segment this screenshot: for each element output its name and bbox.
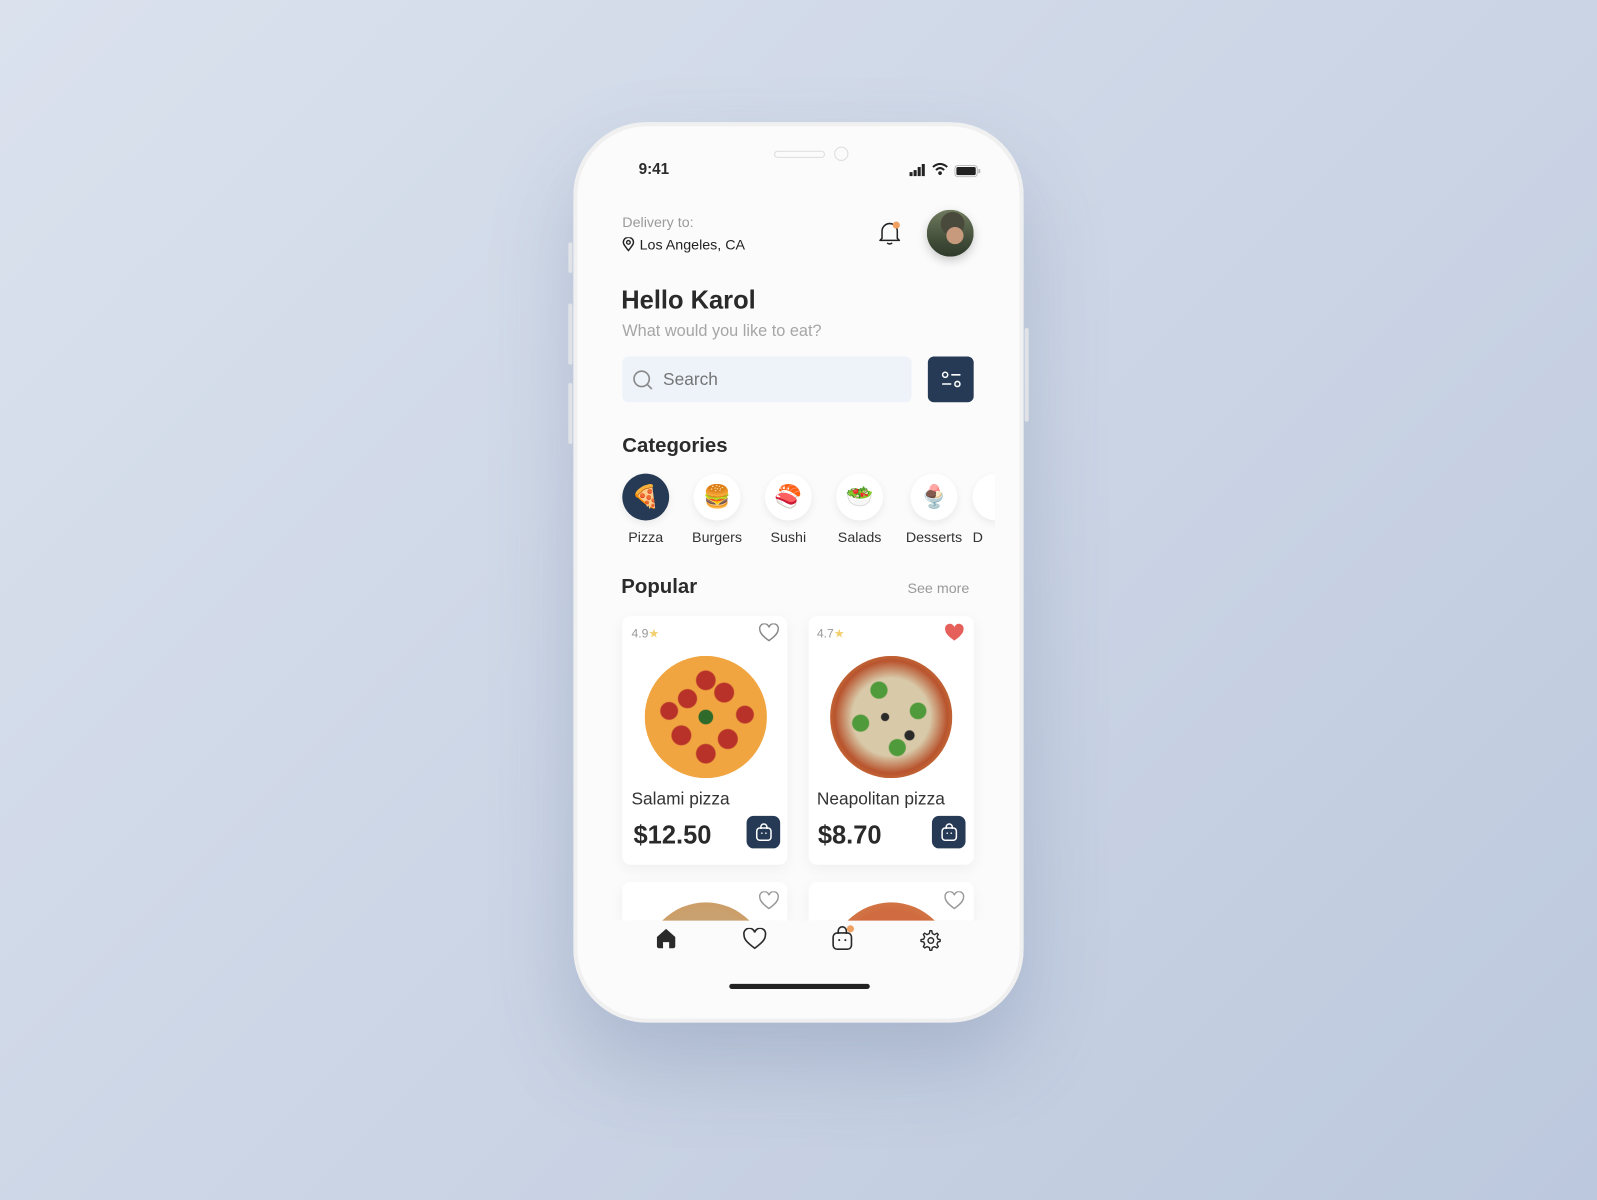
- rating: 4.7★: [817, 626, 845, 640]
- product-image: [644, 655, 767, 779]
- category-desserts[interactable]: 🍨 Desserts: [898, 473, 969, 545]
- product-price: $12.50: [633, 820, 712, 850]
- battery-icon: [954, 164, 981, 182]
- categories-title: Categories: [622, 434, 728, 458]
- delivery-label: Delivery to:: [622, 213, 694, 231]
- search-bar[interactable]: [622, 356, 912, 403]
- drink-icon: [972, 473, 996, 521]
- location-selector[interactable]: Los Angeles, CA: [622, 236, 746, 253]
- popular-title: Popular: [621, 575, 698, 598]
- filter-icon: [941, 370, 961, 387]
- bag-icon: [755, 823, 772, 842]
- heart-filled-icon: [945, 623, 964, 641]
- product-price: $8.70: [817, 820, 882, 850]
- nav-settings[interactable]: [919, 929, 941, 956]
- category-label: Sushi: [770, 528, 807, 545]
- category-pizza[interactable]: 🍕 Pizza: [610, 473, 681, 545]
- wifi-icon: [932, 162, 948, 180]
- avatar[interactable]: [926, 209, 974, 257]
- sushi-icon: 🍣: [764, 473, 812, 521]
- bell-icon: [879, 221, 901, 245]
- filter-button[interactable]: [927, 356, 974, 403]
- volume-down-button: [568, 382, 573, 445]
- category-label: D: [972, 528, 983, 545]
- greeting-subtitle: What would you like to eat?: [622, 322, 822, 341]
- favorite-button[interactable]: [944, 890, 965, 915]
- home-indicator: [729, 983, 870, 989]
- location-text: Los Angeles, CA: [639, 236, 746, 253]
- category-salads[interactable]: 🥗 Salads: [824, 473, 895, 545]
- nav-home[interactable]: [655, 927, 677, 954]
- camera: [834, 146, 849, 161]
- rating: 4.9★: [631, 626, 659, 640]
- search-icon: [633, 369, 653, 390]
- salad-icon: 🥗: [836, 473, 884, 521]
- pizza-icon: 🍕: [622, 473, 670, 521]
- mute-switch: [568, 242, 573, 273]
- favorite-button[interactable]: [944, 623, 964, 647]
- greeting-title: Hello Karol: [621, 286, 756, 315]
- category-label: Burgers: [692, 528, 742, 545]
- category-drinks[interactable]: D: [972, 473, 996, 545]
- status-time: 9:41: [638, 160, 670, 179]
- speaker: [774, 150, 825, 158]
- product-image: [830, 655, 953, 779]
- rating-value: 4.9: [631, 626, 649, 641]
- category-sushi[interactable]: 🍣 Sushi: [753, 473, 824, 545]
- heart-outline-icon: [759, 623, 779, 642]
- power-button: [1024, 327, 1029, 422]
- bag-icon: [832, 925, 855, 951]
- search-input[interactable]: [661, 368, 890, 391]
- category-burgers[interactable]: 🍔 Burgers: [681, 473, 752, 545]
- favorite-button[interactable]: [759, 623, 779, 647]
- gear-icon: [920, 930, 941, 952]
- notification-button[interactable]: [878, 220, 902, 252]
- signal-icon: [909, 163, 929, 181]
- star-icon: ★: [648, 626, 660, 641]
- volume-up-button: [568, 303, 573, 365]
- heart-outline-icon: [759, 890, 779, 910]
- product-name: Salami pizza: [631, 789, 730, 809]
- burger-icon: 🍔: [693, 473, 741, 521]
- product-name: Neapolitan pizza: [816, 789, 945, 809]
- nav-favorites[interactable]: [742, 927, 767, 955]
- see-more-link[interactable]: See more: [907, 580, 969, 596]
- add-to-cart-button[interactable]: [931, 815, 966, 849]
- home-icon: [656, 928, 676, 949]
- bag-icon: [940, 823, 957, 842]
- heart-outline-icon: [944, 890, 965, 910]
- rating-value: 4.7: [816, 626, 834, 641]
- heart-icon: [743, 927, 767, 950]
- nav-cart[interactable]: [830, 925, 856, 957]
- category-label: Salads: [837, 528, 882, 545]
- dessert-icon: 🍨: [910, 473, 958, 521]
- favorite-button[interactable]: [759, 890, 779, 915]
- star-icon: ★: [833, 626, 845, 641]
- location-pin-icon: [622, 237, 635, 252]
- category-label: Desserts: [905, 528, 963, 545]
- add-to-cart-button[interactable]: [746, 815, 781, 849]
- category-label: Pizza: [628, 528, 664, 545]
